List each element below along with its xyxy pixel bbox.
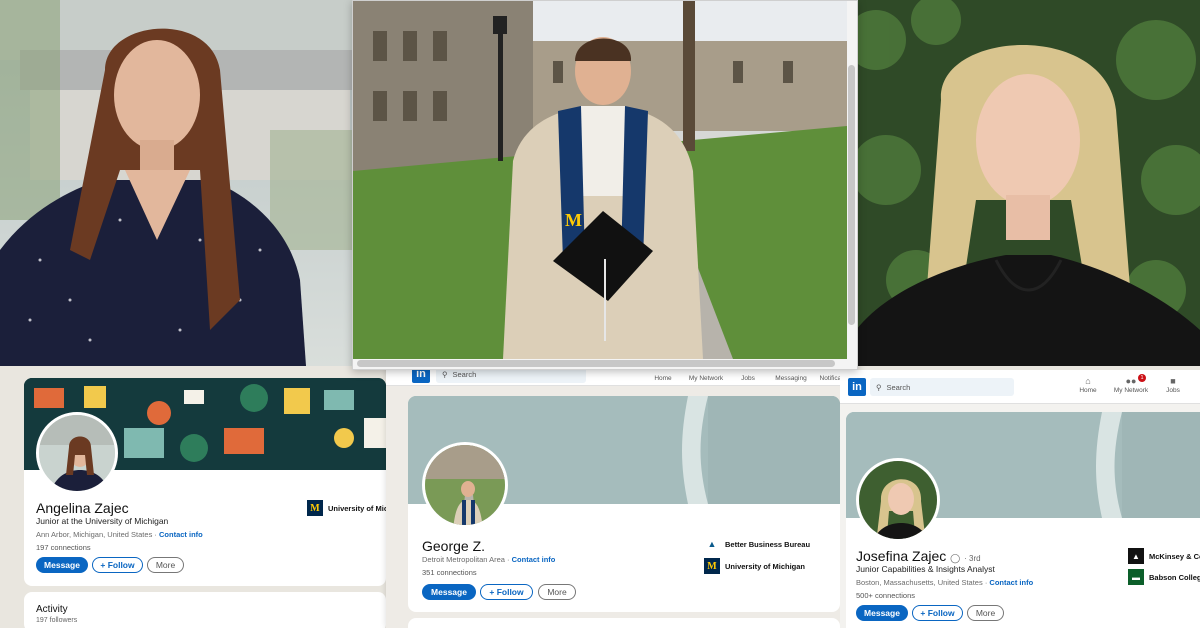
mckinsey-logo-icon: ▲ [1128, 548, 1144, 564]
profile-name: Josefina Zajec ◯ · 3rd [856, 548, 981, 564]
nav-jobs[interactable]: ■ Jobs [1162, 376, 1184, 394]
org-name: McKinsey & Co [1149, 551, 1200, 561]
nav-messaging-label: Messaging [775, 375, 807, 382]
profile-name-text: Josefina Zajec [856, 548, 947, 564]
more-button[interactable]: More [538, 584, 576, 600]
search-input[interactable]: ⚲ Search [870, 378, 1014, 396]
profile-location: Ann Arbor, Michigan, United States · Con… [36, 530, 203, 539]
location-text: Boston, Massachusetts, United States [856, 578, 983, 587]
activity-title: Activity [36, 604, 68, 615]
nav-home[interactable]: ⌂ Home [1076, 376, 1100, 394]
photo-josefina [856, 0, 1200, 366]
followers-count: 197 followers [36, 617, 78, 624]
photo-george-window: M [352, 0, 858, 370]
profile-location: Detroit Metropolitan Area · Contact info [422, 555, 556, 564]
linkedin-logo-icon[interactable]: in [848, 378, 866, 396]
connection-degree: · 3rd [964, 554, 981, 563]
profile-name: Angelina Zajec [36, 500, 129, 516]
next-section-card [408, 618, 840, 628]
top-nav: in ⚲ Search ⌂ Home ●● 1 My Network ■ Jobs [840, 370, 1200, 404]
network-badge: 1 [1138, 374, 1146, 382]
profile-headline: Junior at the University of Michigan [36, 516, 169, 526]
nav-home-label: Home [1079, 387, 1097, 394]
babson-logo-icon: ▬ [1128, 569, 1144, 585]
profile-screenshot-angelina: Angelina Zajec Junior at the University … [24, 378, 386, 628]
more-button[interactable]: More [967, 605, 1004, 621]
org-bbb[interactable]: ▲ Better Business Bureau [704, 536, 811, 552]
vertical-scrollbar[interactable] [848, 65, 855, 325]
activity-card: Activity 197 followers [24, 592, 386, 628]
contact-info-link[interactable]: Contact info [159, 530, 203, 539]
nav-jobs-label: Jobs [1166, 387, 1180, 394]
photo-george: M [353, 1, 847, 359]
org-university[interactable]: M University of Michigan [704, 558, 805, 574]
contact-info-link[interactable]: Contact info [989, 578, 1033, 587]
photo-angelina [0, 0, 356, 366]
avatar[interactable] [36, 412, 118, 494]
location-text: Detroit Metropolitan Area [422, 555, 505, 564]
verified-shield-icon: ◯ [950, 553, 961, 563]
bbb-logo-icon: ▲ [707, 539, 717, 549]
search-icon: ⚲ [876, 382, 882, 392]
profile-location: Boston, Massachusetts, United States · C… [856, 578, 1034, 587]
profile-screenshot-george: in ⚲ Search Home My Network Jobs Messagi… [386, 362, 850, 628]
org-babson[interactable]: ▬ Babson Colleg [1128, 569, 1200, 585]
avatar[interactable] [856, 458, 940, 542]
follow-button[interactable]: + Follow [480, 584, 533, 600]
connections-count[interactable]: 197 connections [36, 543, 91, 552]
message-button[interactable]: Message [36, 557, 88, 573]
connections-count[interactable]: 351 connections [422, 568, 477, 577]
nav-network-label: My Network [688, 375, 724, 382]
message-button[interactable]: Message [856, 605, 908, 621]
location-text: Ann Arbor, Michigan, United States [36, 530, 153, 539]
umich-logo-icon: M [307, 500, 323, 516]
org-name: University of Michigan [725, 561, 806, 571]
org-name: University of Mic [328, 503, 386, 513]
svg-text:M: M [565, 210, 582, 230]
org-mckinsey[interactable]: ▲ McKinsey & Co [1128, 548, 1200, 564]
contact-info-link[interactable]: Contact info [512, 555, 556, 564]
more-button[interactable]: More [147, 557, 184, 573]
home-icon: ⌂ [1085, 376, 1091, 386]
search-placeholder: Search [452, 369, 477, 379]
nav-jobs-label: Jobs [741, 375, 755, 382]
follow-button[interactable]: + Follow [912, 605, 963, 621]
horizontal-scrollbar[interactable] [357, 360, 835, 367]
org-name: Babson Colleg [1149, 572, 1200, 582]
search-placeholder: Search [886, 382, 911, 392]
follow-button[interactable]: + Follow [92, 557, 143, 573]
connections-count[interactable]: 500+ connections [856, 591, 915, 600]
org-name: Better Business Bureau [725, 539, 811, 549]
screenshot-collage: M Angelina Zajec Junior at the Universit… [0, 0, 1200, 628]
org-university[interactable]: M University of Mic [307, 500, 386, 516]
profile-headline: Junior Capabilities & Insights Analyst [856, 564, 995, 574]
jobs-icon: ■ [1170, 376, 1176, 386]
profile-card: Josefina Zajec ◯ · 3rd Junior Capabiliti… [846, 412, 1200, 628]
nav-my-network[interactable]: ●● 1 My Network [1110, 374, 1152, 394]
profile-card: George Z. Detroit Metropolitan Area · Co… [408, 396, 840, 612]
umich-logo-icon: M [704, 558, 720, 574]
search-icon: ⚲ [442, 369, 448, 379]
nav-network-label: My Network [1113, 387, 1149, 394]
avatar[interactable] [422, 442, 508, 528]
nav-home-label: Home [654, 375, 672, 382]
message-button[interactable]: Message [422, 584, 476, 600]
profile-screenshot-josefina: in ⚲ Search ⌂ Home ●● 1 My Network ■ Jobs [840, 370, 1200, 628]
profile-card: Angelina Zajec Junior at the University … [24, 378, 386, 586]
profile-name: George Z. [422, 538, 486, 554]
